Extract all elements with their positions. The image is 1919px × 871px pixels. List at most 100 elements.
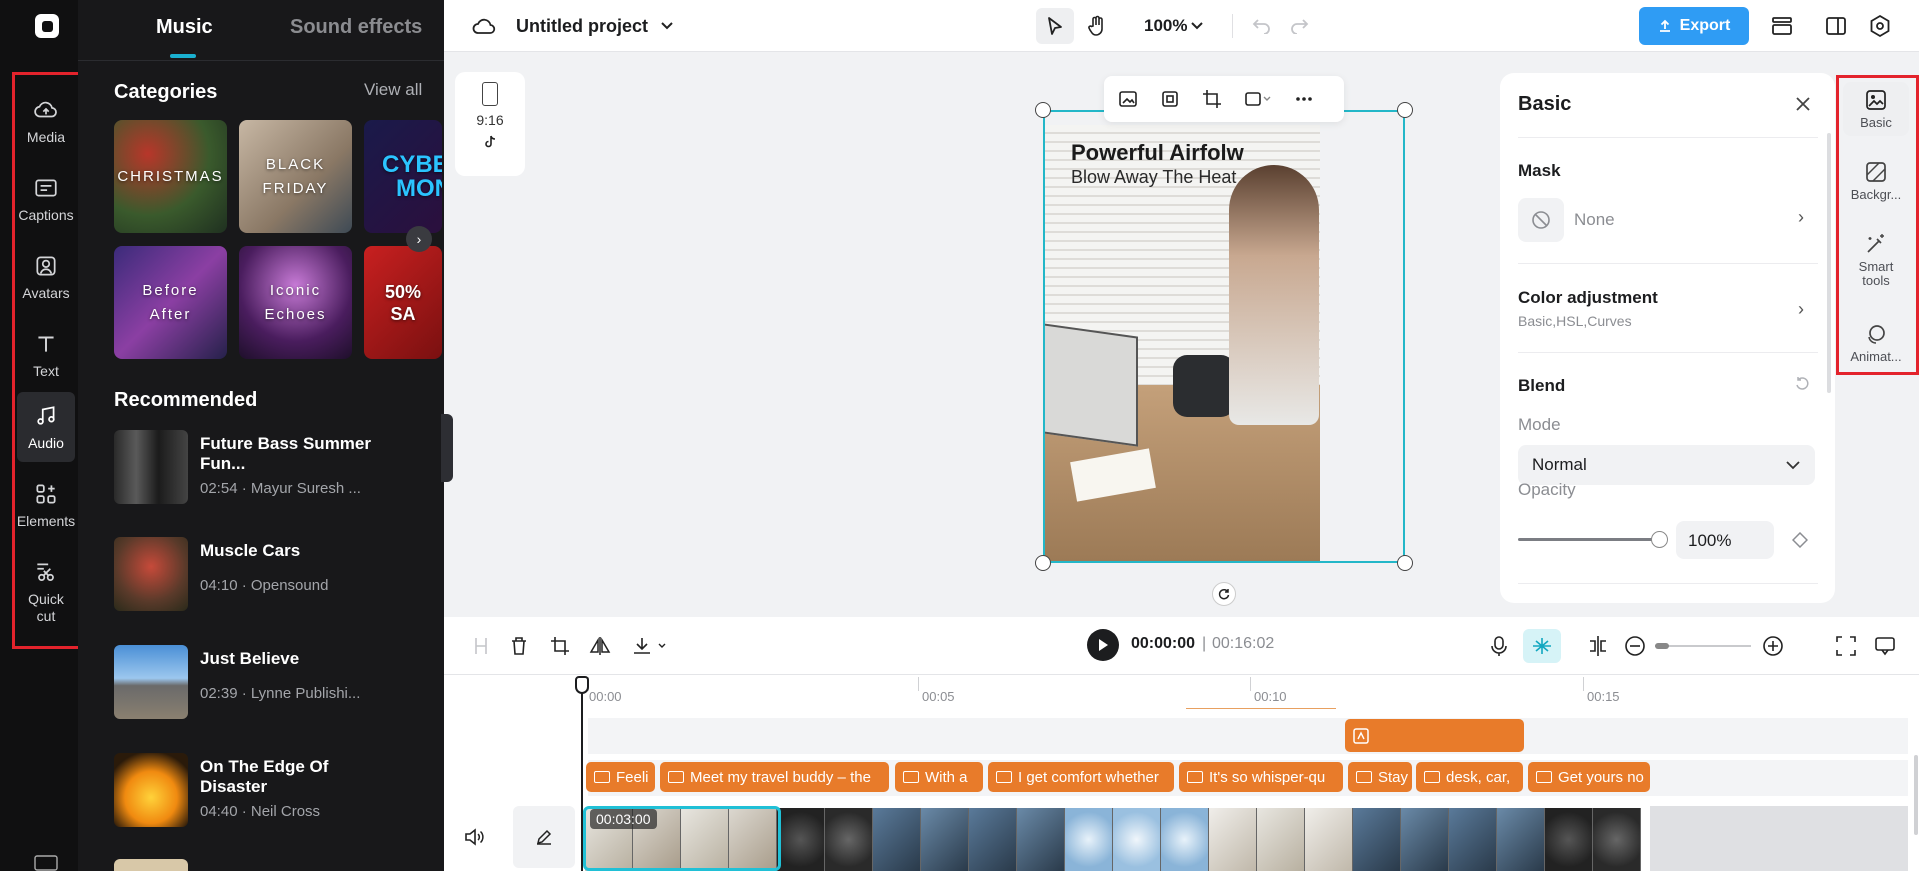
undo-icon[interactable] (1252, 16, 1272, 34)
zoom-in-icon[interactable] (1762, 635, 1784, 657)
zoom-out-icon[interactable] (1624, 635, 1646, 657)
list-item[interactable]: On The Edge Of Disaster 04:40 · Neil Cro… (114, 753, 434, 829)
panel-collapse-handle[interactable] (441, 414, 453, 482)
select-tool-button[interactable] (1036, 8, 1074, 44)
resize-handle[interactable] (1035, 102, 1051, 118)
close-icon[interactable] (1794, 95, 1812, 113)
sidebar-item-elements[interactable]: Elements (17, 470, 75, 540)
resize-handle[interactable] (1035, 555, 1051, 571)
microphone-icon[interactable] (1489, 635, 1509, 657)
panel-layout-icon[interactable] (1824, 14, 1848, 38)
chevron-right-icon[interactable]: › (1798, 299, 1804, 320)
rotate-handle[interactable] (1212, 582, 1236, 606)
category-black-friday[interactable]: BLACK FRIDAY (239, 120, 352, 233)
crop-icon[interactable] (1202, 89, 1222, 109)
cloud-icon[interactable] (472, 15, 496, 37)
sidebar-item-text[interactable]: Text (17, 320, 75, 390)
list-item[interactable]: Future Bass Summer Fun... 02:54 · Mayur … (114, 430, 434, 506)
mask-none-icon[interactable] (1518, 198, 1564, 242)
mask-value[interactable]: None (1574, 210, 1615, 230)
clip-duration: 00:03:00 (590, 809, 657, 829)
aspect-ratio-card[interactable]: 9:16 (455, 72, 525, 176)
sidebar-item-avatars[interactable]: Avatars (17, 242, 75, 312)
chevron-down-icon[interactable] (660, 20, 674, 32)
category-cyber-monday[interactable]: CYBER MON (364, 120, 442, 233)
fullscreen-icon[interactable] (1835, 635, 1857, 657)
fit-frame-icon[interactable] (1160, 89, 1180, 109)
flip-dropdown-icon[interactable] (1244, 89, 1272, 109)
replace-image-icon[interactable] (1118, 89, 1138, 109)
sidebar-item-media[interactable]: Media (17, 86, 75, 156)
edit-cover-button[interactable] (513, 806, 575, 868)
tab-sound-effects[interactable]: Sound effects (290, 16, 422, 39)
hand-tool-button[interactable] (1080, 8, 1114, 44)
opacity-slider-thumb[interactable] (1651, 531, 1668, 548)
scrollbar[interactable] (1827, 133, 1831, 393)
more-icon[interactable] (1294, 89, 1314, 109)
chevron-down-icon[interactable] (1190, 20, 1204, 32)
settings-icon[interactable] (1868, 14, 1892, 38)
layers-icon[interactable] (1770, 14, 1794, 38)
chevron-right-icon[interactable]: › (406, 226, 432, 252)
opacity-input[interactable]: 100% (1676, 521, 1774, 559)
play-button[interactable] (1087, 629, 1119, 661)
snap-toggle[interactable] (1523, 629, 1561, 663)
sidebar-item-captions[interactable]: Captions (17, 164, 75, 234)
caption-clip[interactable]: Get yours no (1528, 762, 1650, 792)
resize-handle[interactable] (1397, 555, 1413, 571)
tool-smart-tools[interactable]: Smart tools (1843, 232, 1909, 288)
category-christmas[interactable]: CHRISTMAS (114, 120, 227, 233)
list-item[interactable]: Just Believe 02:39 · Lynne Publishi... (114, 645, 434, 721)
project-name[interactable]: Untitled project (516, 16, 648, 37)
crop-icon[interactable] (550, 636, 570, 656)
comment-icon[interactable] (1874, 635, 1896, 657)
split-icon[interactable] (472, 636, 490, 656)
keyframe-icon[interactable] (1792, 532, 1808, 548)
flip-icon[interactable] (589, 636, 611, 656)
text-icon (38, 336, 54, 352)
export-button[interactable]: Export (1639, 7, 1749, 45)
color-adjustment-label[interactable]: Color adjustment (1518, 288, 1658, 308)
keyboard-icon[interactable] (34, 855, 58, 871)
app-logo[interactable] (35, 14, 59, 38)
zoom-slider[interactable] (1655, 645, 1751, 647)
caption-clip[interactable]: desk, car, (1416, 762, 1523, 792)
playhead[interactable] (581, 678, 583, 871)
ruler-label: 00:10 (1254, 689, 1287, 704)
reset-icon[interactable] (1794, 376, 1810, 392)
tool-animation[interactable]: Animat... (1843, 322, 1909, 364)
list-item[interactable]: Muscle Cars 04:10 · Opensound (114, 537, 434, 613)
sticker-clip[interactable] (1345, 719, 1524, 752)
sidebar-item-quick-cut[interactable]: Quick cut (17, 552, 75, 632)
caption-clip[interactable]: Feeli (586, 762, 655, 792)
download-dropdown-icon[interactable] (632, 636, 670, 656)
playhead-handle[interactable] (575, 676, 589, 694)
speaker-icon[interactable] (464, 827, 486, 847)
blend-mode-select[interactable]: Normal (1518, 445, 1815, 485)
tool-background[interactable]: Backgr... (1843, 160, 1909, 202)
delete-icon[interactable] (510, 636, 528, 656)
category-before-after[interactable]: Before After (114, 246, 227, 359)
tool-basic[interactable]: Basic (1843, 82, 1909, 136)
zoom-level[interactable]: 100% (1144, 16, 1187, 36)
sidebar-item-audio[interactable]: Audio (17, 392, 75, 462)
opacity-slider[interactable] (1518, 538, 1660, 541)
redo-icon[interactable] (1289, 16, 1309, 34)
caption-clip[interactable]: Meet my travel buddy – the (660, 762, 889, 792)
view-all-link[interactable]: View all (364, 80, 422, 100)
selection-frame (1043, 110, 1405, 563)
category-iconic-echoes[interactable]: Iconic Echoes (239, 246, 352, 359)
cloud-upload-icon (34, 101, 57, 117)
scrollbar[interactable] (1914, 755, 1918, 835)
resize-handle[interactable] (1397, 102, 1413, 118)
caption-clip[interactable]: Stay (1348, 762, 1412, 792)
caption-clip[interactable]: I get comfort whether (988, 762, 1174, 792)
chevron-right-icon[interactable]: › (1798, 207, 1804, 228)
zoom-slider-thumb[interactable] (1655, 643, 1669, 649)
caption-clip[interactable]: It's so whisper-qu (1179, 762, 1343, 792)
category-sale[interactable]: 50% SA (364, 246, 442, 359)
tab-music[interactable]: Music (156, 16, 213, 39)
split-track-icon[interactable] (1587, 635, 1609, 657)
basic-properties-panel: Basic Mask None › Color adjustment Basic… (1500, 73, 1835, 603)
caption-clip[interactable]: With a (895, 762, 983, 792)
